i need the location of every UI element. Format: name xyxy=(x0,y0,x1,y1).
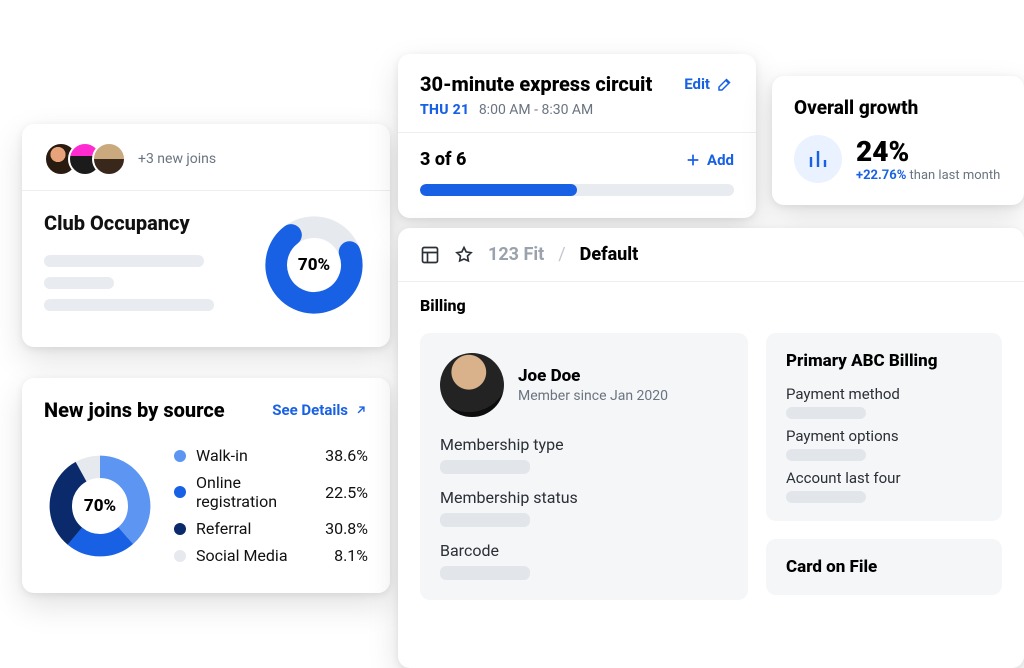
field-label: Membership status xyxy=(440,488,728,507)
member-name: Joe Doe xyxy=(518,366,668,386)
placeholder-line xyxy=(786,449,866,461)
member-avatar xyxy=(440,353,504,417)
overall-growth-card: Overall growth 24% +22.76% than last mon… xyxy=(772,76,1024,205)
edit-button[interactable]: Edit xyxy=(684,75,734,93)
avatar xyxy=(92,142,126,176)
breadcrumb-org[interactable]: 123 Fit xyxy=(488,244,544,265)
field-label: Barcode xyxy=(440,541,728,560)
new-joins-card: New joins by source See Details 70% Walk… xyxy=(22,378,390,593)
legend-label: Walk-in xyxy=(196,446,315,465)
legend-label: Social Media xyxy=(196,546,324,565)
legend-item: Online registration 22.5% xyxy=(174,473,368,511)
field-label: Payment options xyxy=(786,427,982,445)
edit-label: Edit xyxy=(684,75,710,93)
growth-delta: +22.76% xyxy=(856,168,906,183)
field-label: Account last four xyxy=(786,469,982,487)
session-count: 3 of 6 xyxy=(420,149,466,170)
see-details-link[interactable]: See Details xyxy=(272,401,368,419)
legend-value: 8.1% xyxy=(334,546,368,565)
bar-chart-icon xyxy=(794,135,842,183)
layout-icon[interactable] xyxy=(420,245,440,265)
joins-legend: Walk-in 38.6% Online registration 22.5% … xyxy=(174,438,368,573)
legend-value: 22.5% xyxy=(325,483,368,502)
legend-label: Online registration xyxy=(196,473,315,511)
legend-value: 30.8% xyxy=(325,519,368,538)
breadcrumb-separator: / xyxy=(558,244,565,265)
edit-icon xyxy=(716,75,734,93)
star-icon[interactable] xyxy=(454,245,474,265)
placeholder-line xyxy=(786,407,866,419)
session-time: 8:00 AM - 8:30 AM xyxy=(479,102,593,118)
club-occupancy-title: Club Occupancy xyxy=(44,211,244,235)
external-link-icon xyxy=(354,403,368,417)
growth-subtext: +22.76% than last month xyxy=(856,168,1000,183)
legend-label: Referral xyxy=(196,519,315,538)
session-day: THU 21 xyxy=(420,102,469,118)
primary-billing-title: Primary ABC Billing xyxy=(786,351,982,371)
legend-value: 38.6% xyxy=(325,446,368,465)
breadcrumb-current: Default xyxy=(580,244,639,265)
legend-dot xyxy=(174,450,186,462)
joins-donut: 70% xyxy=(44,450,156,562)
session-card: 30-minute express circuit Edit THU 21 8:… xyxy=(398,54,756,218)
member-since: Member since Jan 2020 xyxy=(518,388,668,404)
legend-item: Walk-in 38.6% xyxy=(174,446,368,465)
joins-percent: 70% xyxy=(44,450,156,562)
plus-icon xyxy=(685,152,701,168)
placeholder-line xyxy=(440,513,530,527)
legend-dot xyxy=(174,523,186,535)
growth-title: Overall growth xyxy=(794,96,1002,119)
field-label: Membership type xyxy=(440,435,728,454)
add-label: Add xyxy=(707,151,734,169)
new-joins-row: +3 new joins xyxy=(22,124,390,190)
member-panel: Joe Doe Member since Jan 2020 Membership… xyxy=(420,333,748,600)
see-details-label: See Details xyxy=(272,401,348,419)
new-joins-title: New joins by source xyxy=(44,398,225,422)
avatar-stack xyxy=(44,142,126,176)
legend-item: Social Media 8.1% xyxy=(174,546,368,565)
legend-dot xyxy=(174,550,186,562)
placeholder-line xyxy=(44,299,214,311)
placeholder-line xyxy=(440,460,530,474)
placeholder-line xyxy=(440,566,530,580)
placeholder-line xyxy=(44,277,114,289)
card-on-file-title: Card on File xyxy=(786,557,982,577)
new-joins-label: +3 new joins xyxy=(138,151,216,167)
session-title: 30-minute express circuit xyxy=(420,72,652,96)
add-button[interactable]: Add xyxy=(685,151,734,169)
card-on-file-panel: Card on File xyxy=(766,539,1002,595)
placeholder-line xyxy=(786,491,866,503)
growth-suffix: than last month xyxy=(906,168,1000,183)
legend-dot xyxy=(174,486,186,498)
placeholder-line xyxy=(44,255,204,267)
progress-fill xyxy=(420,184,577,196)
occupancy-donut: 70% xyxy=(260,211,368,319)
legend-item: Referral 30.8% xyxy=(174,519,368,538)
section-heading: Billing xyxy=(398,282,1024,333)
session-progress xyxy=(420,184,734,196)
billing-panel: 123 Fit / Default Billing Joe Doe Member… xyxy=(398,228,1024,668)
growth-value: 24% xyxy=(856,135,1000,168)
club-occupancy-card: +3 new joins Club Occupancy 70% xyxy=(22,124,390,347)
occupancy-percent: 70% xyxy=(260,211,368,319)
field-label: Payment method xyxy=(786,385,982,403)
primary-billing-panel: Primary ABC Billing Payment method Payme… xyxy=(766,333,1002,521)
